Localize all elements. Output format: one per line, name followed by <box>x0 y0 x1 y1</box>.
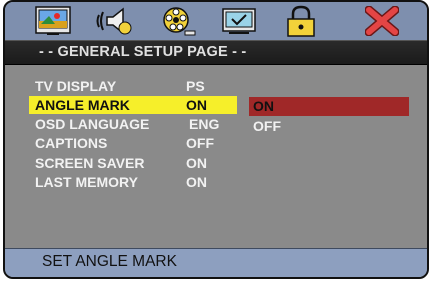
video-setup-icon[interactable] <box>159 5 199 37</box>
option-off[interactable]: OFF <box>249 117 409 136</box>
menu-item-label: TV DISPLAY <box>35 78 117 94</box>
menu-item-value: OFF <box>186 135 214 151</box>
menu-item-label: SCREEN SAVER <box>35 155 145 171</box>
exit-icon[interactable] <box>362 5 402 37</box>
menu-item-value: ON <box>186 174 207 190</box>
setup-toolbar <box>5 2 427 40</box>
help-bar: SET ANGLE MARK <box>5 248 427 277</box>
menu-item-value: ENG <box>189 116 220 132</box>
page-title: - - GENERAL SETUP PAGE - - <box>39 44 247 60</box>
preference-icon[interactable] <box>219 5 259 37</box>
help-text: SET ANGLE MARK <box>42 253 177 270</box>
menu-item-value: ON <box>186 155 207 171</box>
audio-setup-icon[interactable] <box>94 5 134 37</box>
page-title-bar: - - GENERAL SETUP PAGE - - <box>5 40 427 65</box>
password-icon[interactable] <box>281 5 321 37</box>
setup-menu-window: - - GENERAL SETUP PAGE - - TV DISPLAY PS… <box>3 0 429 279</box>
menu-item-label: OSD LANGUAGE <box>35 116 150 132</box>
menu-item-label: CAPTIONS <box>35 135 108 151</box>
general-setup-icon[interactable] <box>33 5 73 37</box>
menu-item-label: ANGLE MARK <box>35 97 130 113</box>
menu-item-value: PS <box>186 78 205 94</box>
option-label: ON <box>253 98 274 114</box>
menu-item-value: ON <box>186 97 207 113</box>
option-on[interactable]: ON <box>249 97 409 116</box>
option-label: OFF <box>253 118 281 134</box>
menu-item-label: LAST MEMORY <box>35 174 138 190</box>
